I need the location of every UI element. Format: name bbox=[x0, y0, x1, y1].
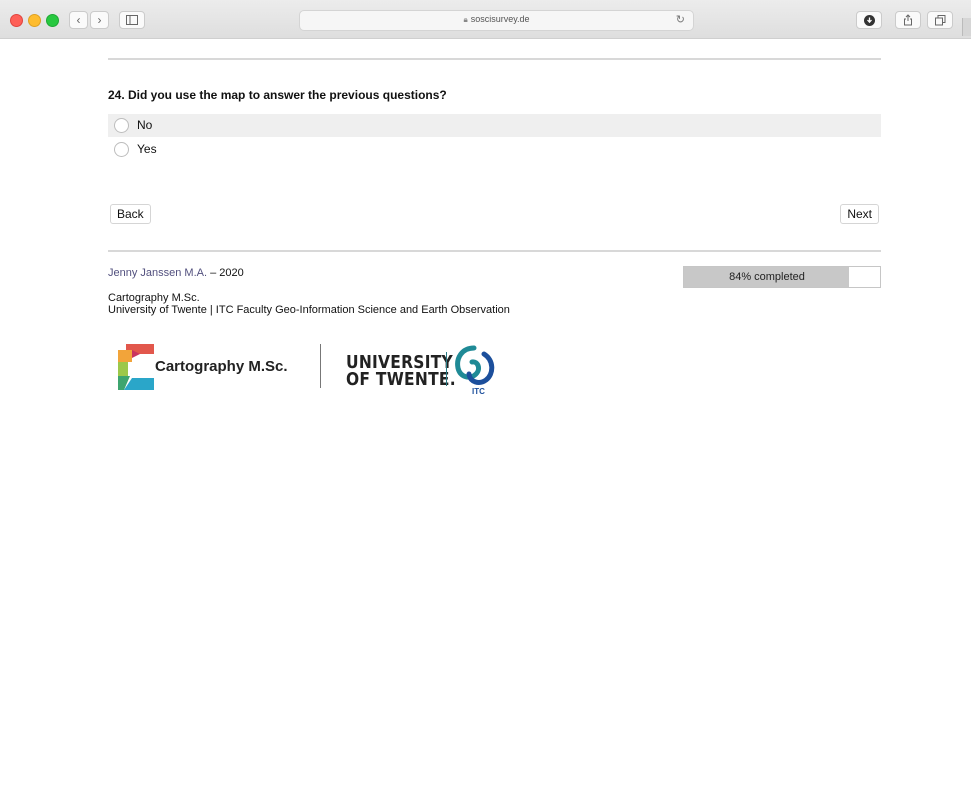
sidebar-icon bbox=[126, 15, 138, 25]
download-icon bbox=[863, 15, 875, 26]
new-tab-edge[interactable] bbox=[962, 18, 971, 36]
author-link[interactable]: Jenny Janssen M.A. bbox=[108, 267, 207, 279]
close-window-button[interactable] bbox=[10, 14, 23, 27]
option-label-no: No bbox=[137, 118, 153, 132]
downloads-button[interactable] bbox=[856, 11, 882, 29]
back-button[interactable]: Back bbox=[110, 204, 151, 224]
footer-divider bbox=[108, 250, 881, 252]
logo-divider bbox=[320, 344, 321, 388]
progress-label: 84% completed bbox=[729, 271, 805, 283]
sidebar-toggle-button[interactable] bbox=[119, 11, 145, 29]
forward-nav-button[interactable]: › bbox=[90, 11, 109, 29]
affiliation: Cartography M.Sc. University of Twente |… bbox=[108, 292, 510, 316]
lock-icon: 🔒︎ bbox=[463, 15, 468, 24]
cartography-logo-mark bbox=[118, 344, 154, 390]
radio-yes[interactable] bbox=[114, 142, 129, 157]
option-label-yes: Yes bbox=[137, 142, 157, 156]
minimize-window-button[interactable] bbox=[28, 14, 41, 27]
ut-itc-divider bbox=[446, 352, 447, 386]
zoom-window-button[interactable] bbox=[46, 14, 59, 27]
author-line: Jenny Janssen M.A. – 2020 bbox=[108, 267, 244, 279]
option-yes[interactable]: Yes bbox=[108, 138, 881, 161]
university-twente-logo: UNIVERSITY OF TWENTE. bbox=[346, 354, 456, 390]
next-button[interactable]: Next bbox=[840, 204, 879, 224]
question-title: 24. Did you use the map to answer the pr… bbox=[108, 88, 447, 102]
ut-logo-line2: OF TWENTE. bbox=[346, 369, 456, 390]
radio-no[interactable] bbox=[114, 118, 129, 133]
progress-bar: 84% completed bbox=[683, 266, 881, 288]
itc-logo: ITC bbox=[455, 345, 495, 396]
share-icon bbox=[904, 14, 912, 26]
url-text: soscisurvey.de bbox=[470, 14, 530, 24]
back-nav-button[interactable]: ‹ bbox=[69, 11, 88, 29]
itc-logo-text: ITC bbox=[472, 387, 485, 396]
chevron-right-icon: › bbox=[97, 13, 102, 27]
share-button[interactable] bbox=[895, 11, 921, 29]
tabs-icon bbox=[934, 15, 945, 26]
author-year: – 2020 bbox=[207, 267, 244, 279]
top-divider bbox=[108, 58, 881, 60]
program-name: Cartography M.Sc. bbox=[108, 292, 200, 304]
tabs-overview-button[interactable] bbox=[927, 11, 953, 29]
cartography-logo-text: Cartography M.Sc. bbox=[155, 358, 288, 375]
chevron-left-icon: ‹ bbox=[76, 13, 81, 27]
institution-name: University of Twente | ITC Faculty Geo-I… bbox=[108, 304, 510, 316]
browser-toolbar: ‹ › 🔒︎ soscisurvey.de ↻ bbox=[0, 0, 971, 39]
option-no[interactable]: No bbox=[108, 114, 881, 137]
address-bar[interactable]: 🔒︎ soscisurvey.de ↻ bbox=[299, 10, 694, 31]
reload-icon[interactable]: ↻ bbox=[676, 13, 685, 26]
